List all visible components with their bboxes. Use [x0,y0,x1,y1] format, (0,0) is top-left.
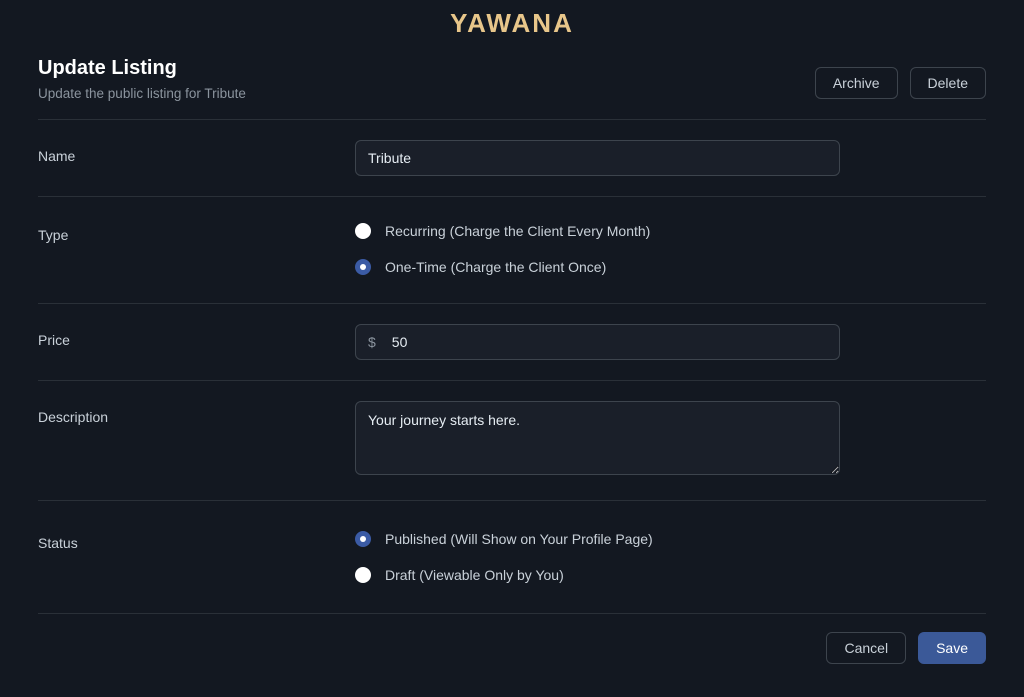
row-name: Name [38,120,986,196]
radio-circle-icon [355,223,371,239]
page-title: Update Listing [38,57,246,80]
logo-text: YAWANA [450,8,574,38]
page-subtitle: Update the public listing for Tribute [38,86,246,101]
page-header: Update Listing Update the public listing… [38,57,986,101]
save-button[interactable]: Save [918,632,986,664]
price-input-group: $ [355,324,840,360]
description-textarea[interactable] [355,401,840,475]
row-type: Type Recurring (Charge the Client Every … [38,197,986,303]
logo: YAWANA [0,0,1024,57]
label-description: Description [38,401,355,425]
radio-status-draft[interactable]: Draft (Viewable Only by You) [355,567,840,583]
cancel-button[interactable]: Cancel [826,632,906,664]
radio-status-published[interactable]: Published (Will Show on Your Profile Pag… [355,531,840,547]
archive-button[interactable]: Archive [815,67,898,99]
radio-label-one-time: One-Time (Charge the Client Once) [385,259,606,275]
label-price: Price [38,324,355,348]
radio-circle-icon [355,259,371,275]
dollar-icon: $ [356,325,388,359]
price-input[interactable] [388,325,839,359]
radio-label-draft: Draft (Viewable Only by You) [385,567,564,583]
radio-circle-icon [355,567,371,583]
label-type: Type [38,219,355,243]
delete-button[interactable]: Delete [910,67,986,99]
radio-label-published: Published (Will Show on Your Profile Pag… [385,531,653,547]
radio-circle-icon [355,531,371,547]
row-status: Status Published (Will Show on Your Prof… [38,501,986,613]
footer-actions: Cancel Save [38,614,986,664]
radio-type-one-time[interactable]: One-Time (Charge the Client Once) [355,259,840,275]
name-input[interactable] [355,140,840,176]
radio-label-recurring: Recurring (Charge the Client Every Month… [385,223,650,239]
label-name: Name [38,140,355,164]
row-description: Description [38,381,986,500]
row-price: Price $ [38,304,986,380]
label-status: Status [38,527,355,551]
radio-type-recurring[interactable]: Recurring (Charge the Client Every Month… [355,223,840,239]
